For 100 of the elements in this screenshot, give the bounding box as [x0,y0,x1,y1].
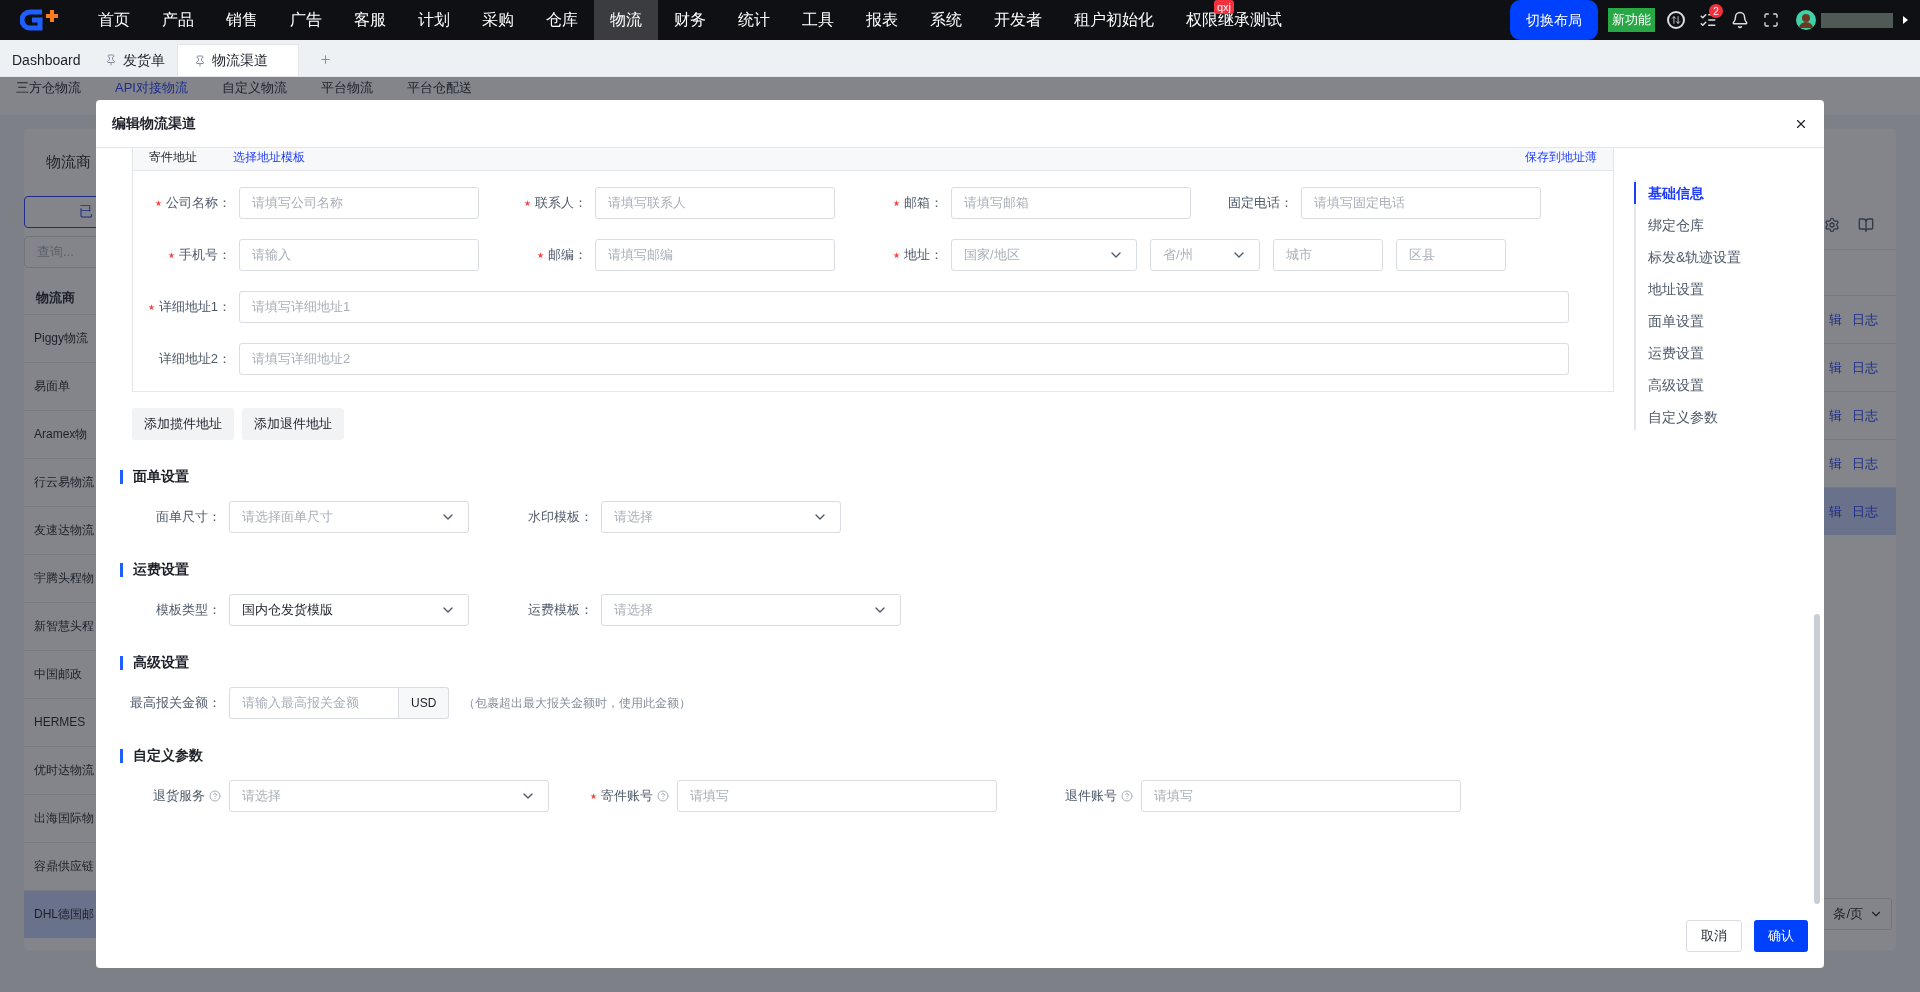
field-label: 模板类型： [156,601,221,620]
switch-layout-button[interactable]: 切换布局 [1510,0,1598,40]
carrier-row[interactable]: DHL德国邮 [24,889,96,938]
anchor-link[interactable]: 运费设置 [1634,342,1704,364]
edit-link[interactable]: 辑 [1829,309,1842,330]
log-link[interactable]: 日志 [1852,501,1878,522]
add-address-button[interactable]: 添加揽件地址 [132,408,234,440]
select-field[interactable]: 省/州 [1150,239,1260,271]
swap-icon[interactable] [1667,11,1685,29]
pin-icon[interactable] [104,54,117,66]
fullscreen-icon[interactable] [1763,12,1779,28]
edit-link[interactable]: 辑 [1829,501,1842,522]
help-icon[interactable] [209,790,221,802]
anchor-link[interactable]: 标发&轨迹设置 [1634,246,1742,268]
template-link[interactable]: 选择地址模板 [233,148,305,166]
new-feature-badge[interactable]: 新功能 [1608,8,1655,32]
sub-tab[interactable]: 三方仓物流 [16,80,81,96]
help-icon[interactable] [1121,790,1134,802]
user-name-blur [1821,12,1893,28]
anchor-link[interactable]: 基础信息 [1634,182,1704,204]
field-label: 寄件账号 [600,787,653,806]
page-tab[interactable]: Dashboard [0,44,93,76]
field-label: 最高报关金额： [130,694,221,713]
nav-menu-item[interactable]: 广告 [274,0,338,40]
select-field[interactable]: 请选择 [601,501,841,533]
bell-icon[interactable] [1731,11,1749,29]
sub-tab[interactable]: 自定义物流 [221,80,287,96]
nav-menu-item[interactable]: 权限继承测试 qxj [1170,0,1298,40]
log-link[interactable]: 日志 [1852,309,1878,330]
input-field[interactable]: 请输入最高报关金额 [229,687,399,719]
confirm-button[interactable]: 确认 [1754,920,1808,952]
nav-menu-item[interactable]: 客服 [338,0,402,40]
edit-link[interactable]: 辑 [1829,405,1842,426]
nav-menu-item[interactable]: 系统 [914,0,978,40]
input-field[interactable]: 请输入 [239,239,479,271]
select-field[interactable]: 国家/地区 [951,239,1137,271]
nav-menu-item[interactable]: 计划 [402,0,466,40]
column-header: 物流商 [36,288,75,307]
field-label: 退件账号 [1065,787,1118,806]
sub-tab[interactable]: API对接物流 [115,80,188,96]
caret-icon[interactable] [1903,16,1908,24]
nav-menu-item[interactable]: 销售 [210,0,274,40]
sub-tab[interactable]: 平台物流 [320,80,373,96]
pin-icon[interactable] [193,54,206,67]
input-field[interactable]: 请填写详细地址2 [239,343,1569,375]
input-field[interactable]: 请填写 [676,780,997,812]
edit-link[interactable]: 辑 [1829,453,1842,474]
field-label: 邮编： [548,246,587,265]
nav-menu-item[interactable]: 产品 [146,0,210,40]
input-field[interactable]: 区县 [1396,239,1506,271]
input-field[interactable]: 请填写邮箱 [951,187,1191,219]
nav-menu-item[interactable]: 统计 [722,0,786,40]
nav-menu-item[interactable]: 采购 [466,0,530,40]
section-title: 自定义参数 [133,746,203,765]
anchor-link[interactable]: 自定义参数 [1634,406,1718,428]
settings-icon[interactable] [1824,217,1840,233]
nav-menu-item[interactable]: 开发者 [978,0,1058,40]
book-icon[interactable] [1858,217,1874,233]
select-field[interactable]: 请选择 [601,594,901,626]
field-label: 详细地址2： [158,350,231,369]
nav-menu-item[interactable]: 财务 [658,0,722,40]
input-field[interactable]: 城市 [1273,239,1383,271]
log-link[interactable]: 日志 [1852,453,1878,474]
input-field[interactable]: 请填写公司名称 [239,187,479,219]
nav-menu-item[interactable]: 报表 [850,0,914,40]
select-field[interactable]: 国内仓发货模版 [229,594,469,626]
section-marker [120,562,123,577]
input-field[interactable]: 请填写联系人 [595,187,835,219]
select-field[interactable]: 请选择面单尺寸 [229,501,469,533]
nav-menu-item[interactable]: 物流 [594,0,658,40]
card-title: 寄件地址 [149,149,197,166]
cancel-button[interactable]: 取消 [1686,920,1742,952]
nav-menu-item[interactable]: 首页 [82,0,146,40]
add-tab-icon[interactable] [318,53,332,66]
nav-menu-item[interactable]: 租户初始化 [1058,0,1170,40]
edit-link[interactable]: 辑 [1829,357,1842,378]
avatar-icon[interactable] [1795,9,1817,31]
nav-menu-item[interactable]: 工具 [786,0,850,40]
input-field[interactable]: 请填写固定电话 [1301,187,1541,219]
log-link[interactable]: 日志 [1852,357,1878,378]
anchor-link[interactable]: 面单设置 [1634,310,1704,332]
nav-menu-item[interactable]: 仓库 [530,0,594,40]
save-address-link[interactable]: 保存到地址薄 [1525,148,1597,166]
sub-tab[interactable]: 平台仓配送 [406,80,472,96]
field-note: （包裹超出最大报关金额时，使用此金额） [463,695,692,712]
input-field[interactable]: 请填写详细地址1 [239,291,1569,323]
input-field[interactable]: 请填写邮编 [595,239,835,271]
log-link[interactable]: 日志 [1852,405,1878,426]
field-label: 联系人： [535,194,587,213]
page-tab[interactable]: 发货单 [92,44,177,76]
page-tab[interactable]: 物流渠道 [176,44,299,76]
input-field[interactable]: 请填写 [1141,780,1462,812]
panel-title: 物流商 [46,152,91,172]
anchor-link[interactable]: 地址设置 [1634,278,1704,300]
add-address-button[interactable]: 添加退件地址 [242,408,344,440]
select-field[interactable]: 请选择 [229,780,549,812]
anchor-link[interactable]: 高级设置 [1634,374,1704,396]
field-label: 公司名称： [166,194,231,213]
anchor-link[interactable]: 绑定仓库 [1634,214,1704,236]
help-icon[interactable] [656,790,669,802]
